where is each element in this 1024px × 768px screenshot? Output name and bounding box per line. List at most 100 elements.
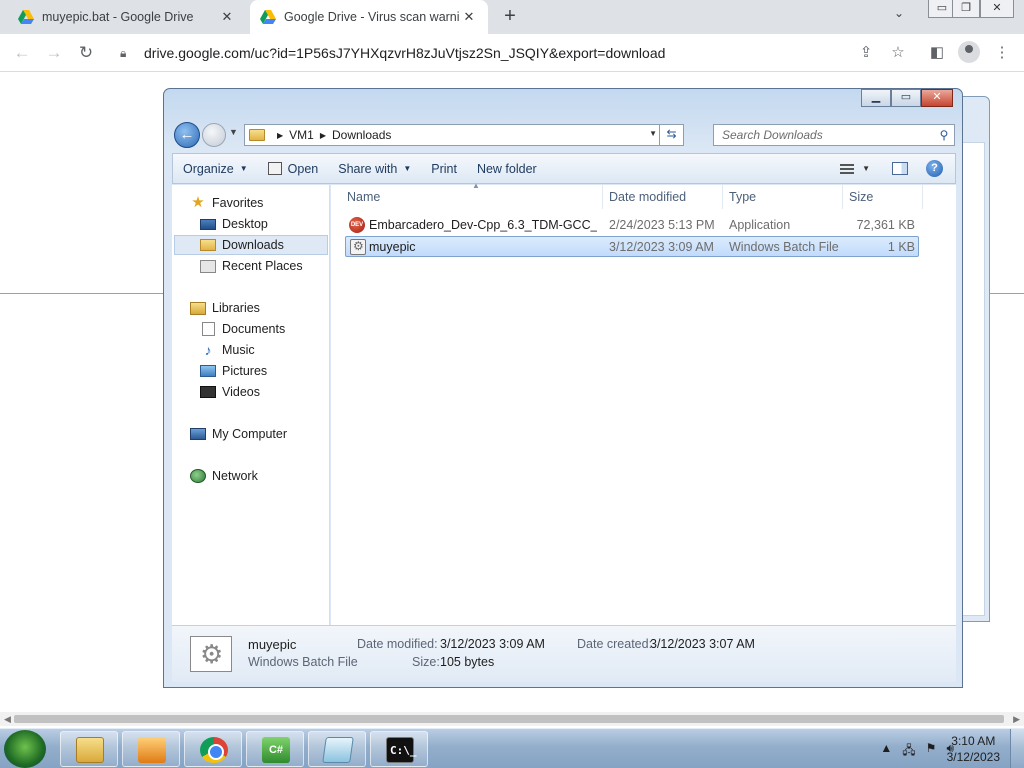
refresh-icon[interactable]: ⇆ [659, 124, 683, 146]
column-label: Date modified [609, 190, 687, 204]
action-center-flag-icon[interactable]: ⚑ [926, 741, 937, 762]
nav-recent-places[interactable]: Recent Places [200, 256, 303, 276]
address-dropdown-icon[interactable]: ▼ [649, 129, 657, 138]
maximize-button[interactable]: ▭ [891, 89, 921, 107]
breadcrumb-separator-icon[interactable]: ▶ [277, 131, 283, 140]
print-button[interactable]: Print [421, 154, 467, 183]
help-icon[interactable]: ? [926, 160, 943, 177]
nav-network[interactable]: Network [190, 466, 258, 486]
new-tab-button[interactable]: + [498, 5, 522, 29]
breadcrumb-separator-icon[interactable]: ▶ [320, 131, 326, 140]
organize-button[interactable]: Organize ▼ [173, 154, 258, 183]
nav-videos[interactable]: Videos [200, 382, 260, 402]
new-folder-button[interactable]: New folder [467, 154, 547, 183]
column-header-type[interactable]: Type [723, 185, 843, 209]
forward-arrow-icon[interactable]: → [42, 41, 66, 65]
browser-tab-strip: muyepic.bat - Google Drive ✕ Google Driv… [0, 0, 1024, 34]
taskbar-media-player[interactable] [122, 731, 180, 767]
documents-icon [202, 322, 215, 336]
nav-label: Pictures [222, 364, 268, 378]
show-hidden-icons-chevron-icon[interactable]: ▲ [880, 741, 892, 762]
search-icon[interactable]: ⚲ [934, 128, 954, 142]
close-button[interactable]: ✕ [921, 89, 953, 107]
tab-muyepic-drive[interactable]: muyepic.bat - Google Drive ✕ [8, 0, 246, 34]
nav-downloads[interactable]: Downloads [174, 235, 328, 255]
profile-avatar-icon[interactable] [958, 41, 980, 63]
tab-search-chevron-icon[interactable]: ⌄ [894, 6, 904, 20]
recent-pages-chevron-icon[interactable]: ▼ [229, 127, 238, 137]
scroll-right-arrow-icon[interactable]: ▶ [1013, 712, 1020, 726]
view-dropdown-icon[interactable]: ▼ [862, 164, 870, 173]
nav-desktop[interactable]: Desktop [200, 214, 268, 234]
tab-virus-scan-warning[interactable]: Google Drive - Virus scan warnin ✕ [250, 0, 488, 34]
file-type: Windows Batch File [729, 240, 839, 254]
address-bar[interactable]: 🔒︎ drive.google.com/uc?id=1P56sJ7YHXqzvr… [108, 38, 844, 68]
back-arrow-icon[interactable]: ← [174, 122, 200, 148]
chrome-icon [200, 737, 228, 763]
taskbar-explorer[interactable] [60, 731, 118, 767]
kebab-menu-icon[interactable]: ⋮ [991, 42, 1013, 64]
recent-places-icon [200, 259, 216, 273]
nav-label: Favorites [212, 196, 264, 210]
pictures-icon [200, 365, 216, 377]
taskbar-chrome[interactable] [184, 731, 242, 767]
breadcrumb[interactable]: ▶ VM1 ▶ Downloads ▼ ⇆ [244, 124, 684, 146]
preview-pane-icon[interactable] [892, 162, 908, 175]
minimize-button[interactable]: ▁ [861, 89, 891, 107]
column-header-size[interactable]: Size [843, 185, 923, 209]
new-folder-label: New folder [476, 161, 537, 176]
column-header-date[interactable]: Date modified [603, 185, 723, 209]
lock-icon[interactable]: 🔒︎ [120, 46, 134, 61]
details-file-type: Windows Batch File [248, 655, 358, 669]
music-note-icon: ♪ [204, 342, 212, 358]
media-player-icon [138, 737, 166, 763]
breadcrumb-vm1[interactable]: VM1 [289, 128, 314, 142]
bookmark-star-icon[interactable]: ☆ [887, 42, 909, 64]
forward-arrow-icon[interactable] [202, 123, 226, 147]
taskbar-notepad[interactable] [308, 731, 366, 767]
nav-favorites[interactable]: ★ Favorites [190, 193, 263, 213]
tab-title: muyepic.bat - Google Drive [42, 10, 194, 24]
breadcrumb-downloads[interactable]: Downloads [332, 128, 391, 142]
nav-my-computer[interactable]: My Computer [190, 424, 287, 444]
details-modified-label: Date modified: [357, 637, 438, 651]
share-with-button[interactable]: Share with ▼ [328, 154, 421, 183]
close-window-button[interactable]: ✕ [980, 0, 1014, 18]
clock[interactable]: 3:10 AM 3/12/2023 [947, 733, 1000, 765]
column-header-name[interactable]: Name ▲ [341, 181, 603, 209]
side-panel-icon[interactable]: ◧ [926, 42, 948, 64]
reload-icon[interactable]: ↻ [74, 41, 98, 65]
show-desktop-button[interactable] [1010, 729, 1024, 768]
details-modified-value: 3/12/2023 3:09 AM [440, 637, 545, 651]
nav-music[interactable]: ♪ Music [200, 340, 255, 360]
nav-label: Documents [222, 322, 286, 336]
tab-close-icon[interactable]: ✕ [218, 8, 236, 26]
sort-caret-icon: ▲ [472, 181, 480, 190]
search-input[interactable]: Search Downloads ⚲ [713, 124, 955, 146]
clock-time: 3:10 AM [951, 734, 996, 748]
horizontal-scrollbar[interactable]: ◀ ▶ [0, 712, 1024, 726]
scroll-left-arrow-icon[interactable]: ◀ [4, 712, 11, 726]
taskbar-command-prompt[interactable]: C:\_ [370, 731, 428, 767]
file-row-muyepic[interactable]: muyepic 3/12/2023 3:09 AM Windows Batch … [345, 236, 919, 257]
nav-label: Downloads [222, 238, 284, 252]
open-button[interactable]: Open [258, 154, 329, 183]
file-row-embarcadero[interactable]: DEV Embarcadero_Dev-Cpp_6.3_TDM-GCC_9...… [345, 215, 919, 236]
network-tray-icon[interactable]: 🖧 [902, 741, 915, 762]
start-button[interactable] [4, 730, 46, 768]
back-arrow-icon[interactable]: ← [10, 41, 34, 65]
taskbar-csharp[interactable]: C# [246, 731, 304, 767]
tab-close-icon[interactable]: ✕ [460, 8, 478, 26]
share-icon[interactable]: ⇪ [855, 42, 877, 64]
nav-libraries[interactable]: Libraries [190, 298, 260, 318]
folder-icon [249, 129, 265, 141]
file-size: 72,361 KB [856, 218, 915, 232]
nav-pictures[interactable]: Pictures [200, 361, 267, 381]
url-text: drive.google.com/uc?id=1P56sJ7YHXqzvrH8z… [144, 45, 666, 61]
file-date: 2/24/2023 5:13 PM [609, 218, 715, 232]
restore-button[interactable]: ❐ [952, 0, 980, 18]
nav-documents[interactable]: Documents [200, 319, 285, 339]
change-view-icon[interactable] [840, 163, 855, 174]
scrollbar-thumb[interactable] [14, 715, 1004, 723]
batch-file-large-icon [190, 636, 232, 672]
